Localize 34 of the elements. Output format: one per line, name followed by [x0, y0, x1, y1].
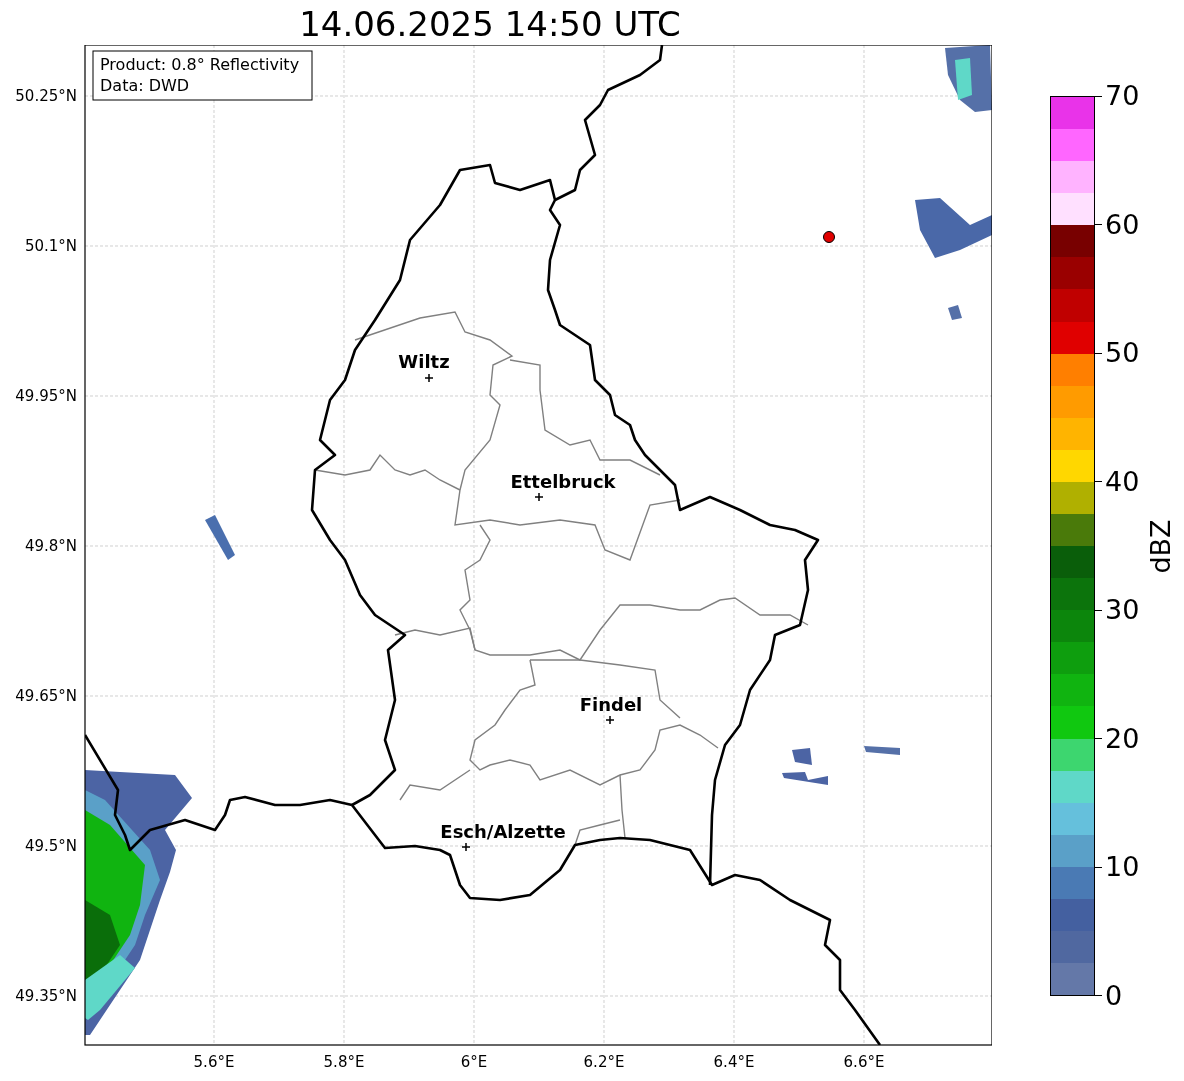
city-marker-icon [605, 715, 615, 725]
axis-tick-label: 49.65°N [15, 687, 77, 705]
colorbar-tick-label: 20 [1105, 726, 1140, 751]
radar-site-dot [823, 231, 835, 243]
colorbar-tick-label: 0 [1105, 983, 1123, 1008]
axis-tick-label: 50.1°N [24, 237, 77, 255]
city-label: Esch/Alzette [440, 821, 566, 842]
axis-tick-label: 49.5°N [24, 837, 77, 855]
colorbar-tick-label: 70 [1105, 84, 1140, 108]
city-label: Ettelbruck [510, 471, 616, 492]
colorbar-tick-label: 50 [1105, 341, 1140, 366]
city-marker-icon [534, 492, 544, 502]
axis-tick-label: 6.6°E [843, 1053, 885, 1071]
axis-tick-label: 50.25°N [15, 87, 77, 105]
axis-tick-label: 6°E [460, 1053, 488, 1071]
colorbar-tick-label: 30 [1105, 598, 1140, 623]
axis-tick-label: 6.4°E [713, 1053, 755, 1071]
colorbar-tick-label: 10 [1105, 855, 1140, 880]
city-marker-icon [461, 842, 471, 852]
axis-tick-label: 5.8°E [323, 1053, 365, 1071]
axis-tick-label: 49.95°N [15, 387, 77, 405]
axis-tick-label: 49.35°N [15, 987, 77, 1005]
colorbar-label: dBZ [1144, 518, 1176, 574]
city-label: Findel [579, 694, 643, 715]
axis-tick-label: 6.2°E [583, 1053, 625, 1071]
city-label: Wiltz [398, 351, 450, 372]
info-text: Product: 0.8° Reflectivity [100, 55, 300, 74]
colorbar-tick-label: 40 [1105, 469, 1140, 494]
city-marker-icon [424, 373, 434, 383]
map-title: 14.06.2025 14:50 UTC [298, 2, 682, 45]
axis-tick-label: 5.6°E [193, 1053, 235, 1071]
info-text: Data: DWD [100, 76, 190, 95]
colorbar-tick-label: 60 [1105, 212, 1140, 237]
axis-tick-label: 49.8°N [24, 537, 77, 555]
